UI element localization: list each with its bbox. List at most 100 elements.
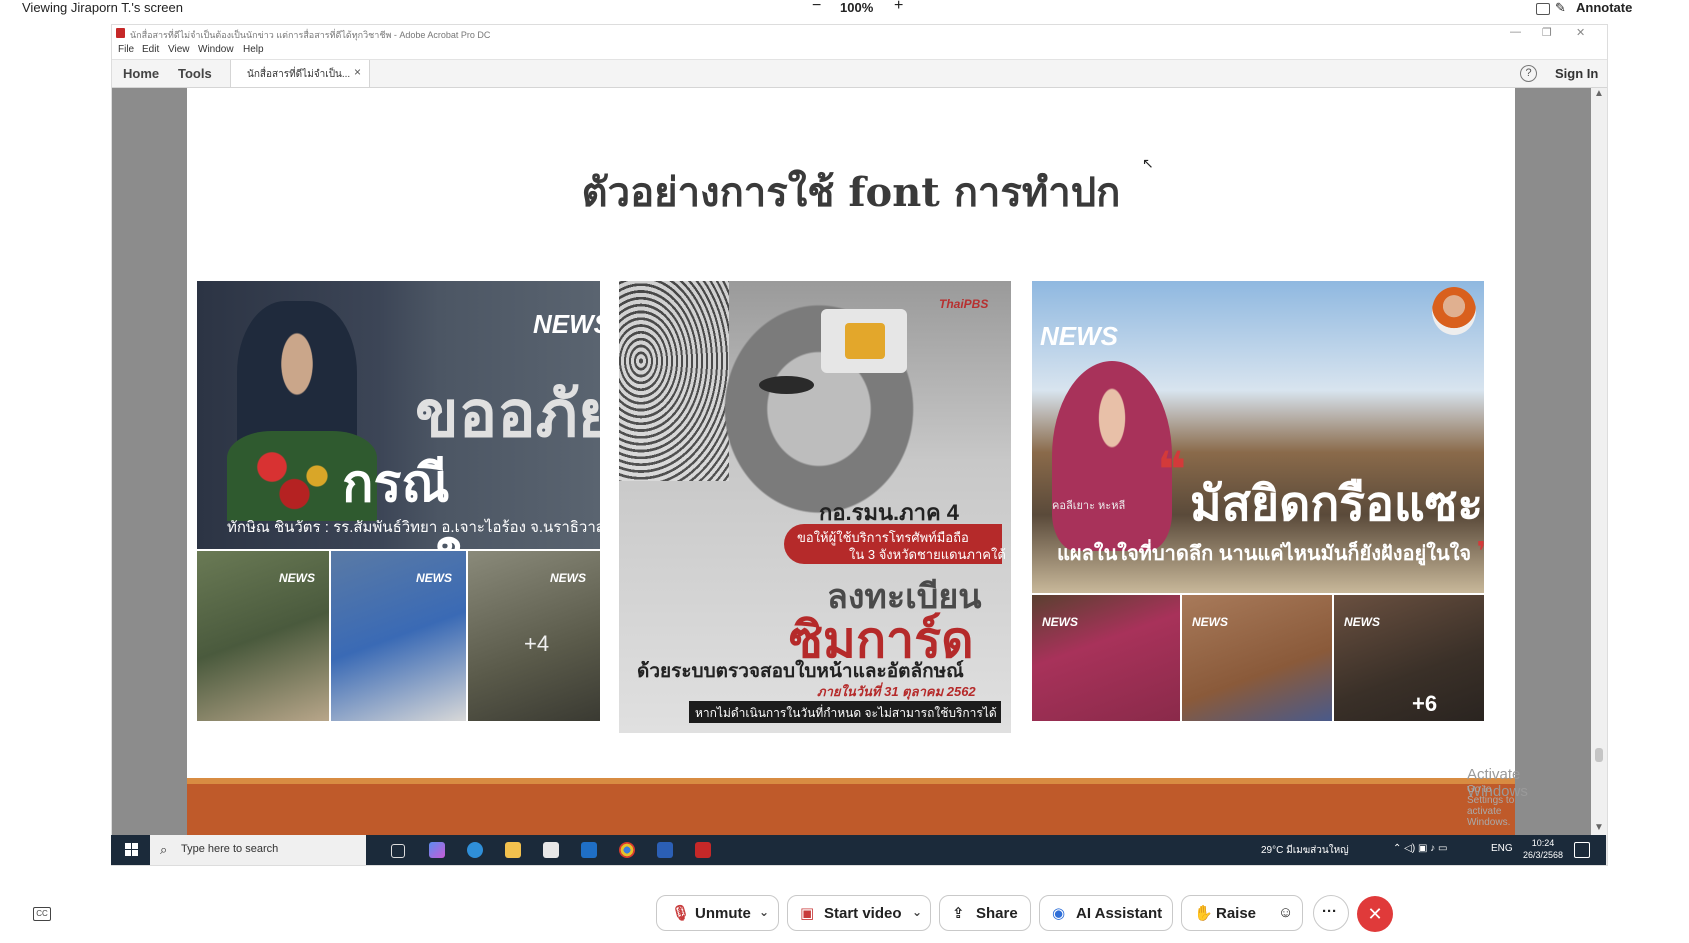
- outlook-icon[interactable]: [581, 842, 597, 858]
- language-indicator[interactable]: ENG: [1491, 843, 1513, 854]
- share-label: Share: [976, 905, 1018, 922]
- thumbnail-photo: NEWS: [197, 551, 329, 721]
- minimize-icon[interactable]: —: [1510, 26, 1521, 38]
- pdf-icon: [116, 28, 125, 38]
- news-logo: NEWS: [279, 571, 315, 585]
- acrobat-window: นักสื่อสารที่ดีไม่จำเป็นต้องเป็นนักข่าว …: [111, 24, 1608, 866]
- thaipbs-logo: ThaiPBS: [939, 297, 989, 311]
- card-main-image: NEWS ❝ มัสยิดกรือแซะ คอลีเยาะ หะหลี แผลใ…: [1032, 281, 1484, 593]
- sign-in-button[interactable]: Sign In: [1555, 66, 1598, 81]
- quote-open-icon: ❝: [1157, 442, 1187, 498]
- task-view-icon[interactable]: [391, 844, 405, 858]
- raise-hand-button[interactable]: ✋ Raise ☺: [1181, 895, 1303, 931]
- emoji-reaction-icon[interactable]: ☺: [1278, 904, 1293, 921]
- news-card-krue-se: NEWS ❝ มัสยิดกรือแซะ คอลีเยาะ หะหลี แผลใ…: [1032, 281, 1484, 721]
- unmute-button[interactable]: 🎙 Unmute ⌄: [656, 895, 779, 931]
- news-logo: NEWS: [416, 571, 452, 585]
- mouse-cursor-icon: ↖: [1142, 155, 1154, 171]
- raise-label: Raise: [1216, 905, 1257, 922]
- zoom-level: 100%: [840, 0, 874, 15]
- weather-widget[interactable]: 29°C มีเมฆส่วนใหญ่: [1261, 843, 1349, 858]
- menu-view[interactable]: View: [168, 44, 190, 55]
- captions-icon[interactable]: CC: [33, 907, 51, 921]
- mic-off-icon: 🎙: [671, 905, 691, 922]
- vertical-scrollbar[interactable]: ▲ ▼: [1591, 88, 1607, 836]
- chevron-down-icon[interactable]: ⌄: [759, 905, 769, 919]
- pen-icon[interactable]: ✎: [1555, 0, 1566, 16]
- search-placeholder: Type here to search: [181, 843, 279, 855]
- start-video-button[interactable]: ▣ Start video ⌄: [787, 895, 931, 931]
- restore-icon[interactable]: ❐: [1542, 26, 1552, 39]
- tab-document[interactable]: นักสื่อสารที่ดีไม่จำเป็น... ×: [230, 60, 370, 87]
- reporter-avatar: [1432, 287, 1476, 335]
- annotate-button[interactable]: Annotate: [1576, 0, 1632, 15]
- menu-bar: File Edit View Window Help: [112, 43, 1607, 60]
- more-options-button[interactable]: ···: [1313, 895, 1349, 931]
- word-icon[interactable]: [657, 842, 673, 858]
- thumbnail-photo: NEWS: [1182, 595, 1332, 721]
- end-call-button[interactable]: ✕: [1357, 896, 1393, 932]
- windows-start-icon[interactable]: [125, 843, 138, 856]
- more-label: ···: [1322, 903, 1337, 920]
- menu-window[interactable]: Window: [198, 44, 234, 55]
- quote-close-icon: ❞: [1477, 536, 1484, 566]
- news-logo: NEWS: [1192, 615, 1228, 629]
- system-tray-icons[interactable]: ⌃ ◁) ▣ ♪ ▭: [1393, 843, 1447, 854]
- ai-assistant-button[interactable]: ◉ AI Assistant: [1039, 895, 1173, 931]
- file-explorer-icon[interactable]: [505, 842, 521, 858]
- menu-help[interactable]: Help: [243, 44, 264, 55]
- close-tab-icon[interactable]: ×: [354, 65, 361, 79]
- taskbar-search-box[interactable]: ⌕ Type here to search: [150, 835, 366, 865]
- warning-text: หากไม่ดำเนินการในวันที่กำหนด จะไม่สามารถ…: [695, 706, 997, 720]
- menu-file[interactable]: File: [118, 44, 134, 55]
- zoom-in-button[interactable]: +: [894, 0, 903, 15]
- clock[interactable]: 10:24 26/3/2568: [1523, 837, 1563, 861]
- copilot-icon[interactable]: [429, 842, 445, 858]
- scroll-down-icon[interactable]: ▼: [1594, 822, 1604, 833]
- news-card-takbai: NEWS ขออภัย กรณีตากใบ ทักษิณ ชินวัตร : ร…: [197, 281, 600, 721]
- share-screen-icon: ⇪: [952, 905, 965, 922]
- ai-assistant-label: AI Assistant: [1076, 905, 1163, 922]
- help-icon[interactable]: ?: [1520, 65, 1537, 82]
- hand-icon: ✋: [1194, 905, 1213, 922]
- unmute-label: Unmute: [695, 905, 751, 922]
- news-logo: NEWS: [533, 309, 600, 339]
- news-logo: NEWS: [550, 571, 586, 585]
- share-button[interactable]: ⇪ Share: [939, 895, 1031, 931]
- edge-icon[interactable]: [467, 842, 483, 858]
- slide-footer-bar: [187, 784, 1515, 836]
- woman-photo: [1052, 361, 1172, 551]
- pdf-page: ตัวอย่างการใช้ font การทำปก ↖ NEWS ขออภั…: [187, 88, 1528, 836]
- document-viewport[interactable]: ตัวอย่างการใช้ font การทำปก ↖ NEWS ขออภั…: [112, 88, 1591, 836]
- news-card-simcard: ThaiPBS กอ.รมน.ภาค 4 ขอให้ผู้ใช้บริการโท…: [619, 281, 1011, 733]
- slide-title: ตัวอย่างการใช้ font การทำปก: [581, 169, 1121, 216]
- tab-tools[interactable]: Tools: [178, 66, 212, 81]
- tab-home[interactable]: Home: [123, 66, 159, 81]
- chrome-icon[interactable]: [619, 842, 635, 858]
- sim-card-graphic: [821, 309, 907, 373]
- store-icon[interactable]: [543, 842, 559, 858]
- window-title: นักสื่อสารที่ดีไม่จำเป็นต้องเป็นนักข่าว …: [130, 30, 491, 40]
- scroll-thumb[interactable]: [1595, 748, 1603, 762]
- windows-taskbar: ⌕ Type here to search 29°C มีเมฆส่วนใหญ่…: [111, 835, 1606, 865]
- more-photos-count: +6: [1412, 691, 1438, 716]
- scroll-up-icon[interactable]: ▲: [1594, 88, 1604, 99]
- news-logo: NEWS: [1042, 615, 1078, 629]
- news-logo: NEWS: [1344, 615, 1380, 629]
- card-subheadline: แผลในใจที่บาดลึก นานแค่ไหนมันก็ยังฝังอยู…: [1057, 536, 1484, 569]
- zoom-out-button[interactable]: −: [812, 0, 821, 15]
- acrobat-icon[interactable]: [695, 842, 711, 858]
- video-off-icon: ▣: [800, 905, 815, 922]
- window-title-bar: นักสื่อสารที่ดีไม่จำเป็นต้องเป็นนักข่าว …: [112, 25, 1607, 43]
- menu-edit[interactable]: Edit: [142, 44, 159, 55]
- monitor-icon[interactable]: [1536, 3, 1550, 15]
- notification-icon[interactable]: [1574, 842, 1590, 858]
- thumbnail-photo: NEWS +6: [1334, 595, 1484, 721]
- thumbnail-photo: NEWS +4: [468, 551, 600, 721]
- news-logo: NEWS: [1040, 321, 1118, 351]
- close-icon[interactable]: ✕: [1576, 26, 1585, 39]
- card-headline: มัสยิดกรือแซะ: [1190, 478, 1484, 531]
- zoom-top-bar: Viewing Jiraporn T.'s screen − 100% + ✎ …: [0, 0, 1689, 22]
- chevron-down-icon[interactable]: ⌄: [912, 905, 922, 919]
- search-icon: ⌕: [160, 842, 168, 857]
